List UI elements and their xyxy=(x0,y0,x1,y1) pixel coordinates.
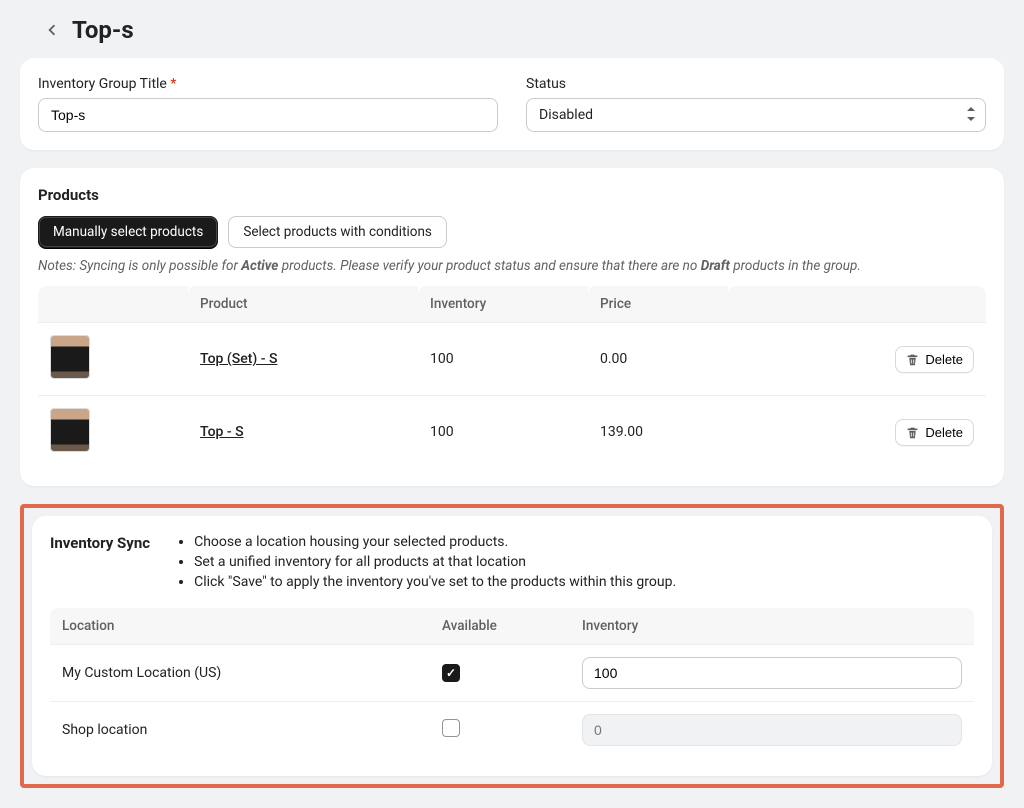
location-row: Shop location xyxy=(50,702,974,759)
product-thumbnail xyxy=(50,408,90,452)
location-inventory-input[interactable] xyxy=(582,657,962,689)
highlight-region: Inventory Sync Choose a location housing… xyxy=(20,504,1004,788)
available-checkbox[interactable] xyxy=(442,664,460,682)
col-header-price: Price xyxy=(588,286,728,323)
sync-instruction-item: Click "Save" to apply the inventory you'… xyxy=(194,574,676,590)
location-inventory-input xyxy=(582,714,962,746)
col-header-inventory: Inventory xyxy=(418,286,588,323)
delete-button[interactable]: Delete xyxy=(895,346,974,373)
title-label: Inventory Group Title * xyxy=(38,76,498,92)
tab-manual-select[interactable]: Manually select products xyxy=(38,216,218,248)
status-select[interactable]: Disabled xyxy=(526,98,986,132)
product-inventory: 100 xyxy=(418,396,588,469)
group-settings-card: Inventory Group Title * Status Disabled xyxy=(20,58,1004,150)
page-header: Top-s xyxy=(20,10,1004,58)
title-field: Inventory Group Title * xyxy=(38,76,498,132)
available-checkbox[interactable] xyxy=(442,719,460,737)
status-field: Status Disabled xyxy=(526,76,986,132)
location-name: Shop location xyxy=(50,702,430,759)
products-table: Product Inventory Price Top (Set) - S 10… xyxy=(38,286,986,468)
inventory-sync-instructions: Choose a location housing your selected … xyxy=(176,534,676,594)
arrow-left-icon xyxy=(43,21,61,39)
product-row: Top (Set) - S 100 0.00 Delete xyxy=(38,323,986,396)
inventory-sync-card: Inventory Sync Choose a location housing… xyxy=(32,516,992,776)
products-notes: Notes: Syncing is only possible for Acti… xyxy=(38,258,986,274)
products-section-title: Products xyxy=(38,186,986,204)
trash-icon xyxy=(906,426,919,439)
locations-table: Location Available Inventory My Custom L… xyxy=(50,608,974,758)
group-title-input[interactable] xyxy=(38,98,498,132)
sync-instruction-item: Choose a location housing your selected … xyxy=(194,534,676,550)
col-header-empty xyxy=(38,286,188,323)
col-header-location: Location xyxy=(50,608,430,645)
col-header-product: Product xyxy=(188,286,418,323)
col-header-inventory: Inventory xyxy=(570,608,974,645)
tab-conditions-select[interactable]: Select products with conditions xyxy=(228,216,447,248)
product-row: Top - S 100 139.00 Delete xyxy=(38,396,986,469)
product-link[interactable]: Top - S xyxy=(200,424,244,440)
product-thumbnail xyxy=(50,335,90,379)
product-price: 139.00 xyxy=(588,396,728,469)
back-button[interactable] xyxy=(42,20,62,40)
product-link[interactable]: Top (Set) - S xyxy=(200,351,277,367)
inventory-sync-title: Inventory Sync xyxy=(50,534,150,594)
required-asterisk: * xyxy=(170,76,176,92)
product-tabs: Manually select products Select products… xyxy=(38,216,986,248)
location-row: My Custom Location (US) xyxy=(50,645,974,702)
delete-button[interactable]: Delete xyxy=(895,419,974,446)
sync-instruction-item: Set a unified inventory for all products… xyxy=(194,554,676,570)
trash-icon xyxy=(906,353,919,366)
status-label: Status xyxy=(526,76,986,92)
col-header-available: Available xyxy=(430,608,570,645)
products-card: Products Manually select products Select… xyxy=(20,168,1004,486)
col-header-actions xyxy=(728,286,986,323)
location-name: My Custom Location (US) xyxy=(50,645,430,702)
product-inventory: 100 xyxy=(418,323,588,396)
product-price: 0.00 xyxy=(588,323,728,396)
page-title: Top-s xyxy=(72,16,134,44)
